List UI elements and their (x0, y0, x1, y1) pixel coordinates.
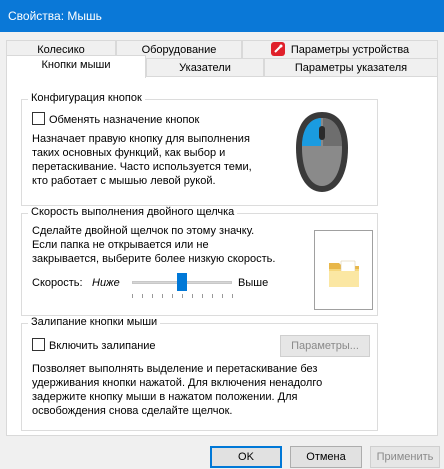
button-config-description: Назначает правую кнопку для выполнения т… (32, 132, 282, 188)
apply-button[interactable]: Применить (370, 446, 440, 468)
mouse-icon (296, 112, 348, 192)
click-lock-title: Залипание кнопки мыши (28, 316, 161, 328)
double-click-desc-line: Сделайте двойной щелчок по этому значку. (32, 225, 255, 237)
speed-slider-tick (222, 294, 223, 298)
tab-device-settings[interactable]: Параметры устройства (242, 40, 438, 60)
double-click-desc-line: Если папка не открывается или не (32, 239, 209, 251)
tab-pointers-label: Указатели (179, 62, 231, 74)
tab-pointer-options[interactable]: Параметры указателя (264, 58, 438, 78)
click-lock-checkbox-row[interactable]: Включить залипание (32, 338, 156, 352)
speed-slider-tick (142, 294, 143, 298)
click-lock-label: Включить залипание (49, 340, 156, 352)
title-bar: Свойства: Мышь (0, 0, 444, 32)
button-config-desc-line: перетаскивание. Часто используется теми, (32, 161, 252, 173)
double-click-description: Сделайте двойной щелчок по этому значку.… (32, 224, 302, 266)
button-config-desc-line: таких основных функций, как выбор и (32, 147, 226, 159)
tab-device-settings-label: Параметры устройства (290, 44, 410, 56)
speed-slider-tick (212, 294, 213, 298)
speed-slider-tick (152, 294, 153, 298)
speed-slider-tick (132, 294, 133, 298)
click-lock-desc-line: задержите кнопку мыши в нажатом положени… (32, 391, 298, 403)
swap-buttons-checkbox-row[interactable]: Обменять назначение кнопок (32, 112, 199, 126)
tab-panel: Конфигурация кнопок Обменять назначение … (6, 76, 438, 436)
button-config-group: Конфигурация кнопок Обменять назначение … (21, 92, 378, 206)
swap-buttons-label: Обменять назначение кнопок (49, 114, 200, 126)
speed-slider-tick (162, 294, 163, 298)
speed-fast-label: Выше (238, 277, 269, 289)
tab-pointer-options-label: Параметры указателя (294, 62, 408, 74)
button-config-desc-line: кто работает с мышью левой рукой. (32, 175, 216, 187)
tab-buttons[interactable]: Кнопки мыши (6, 55, 146, 78)
click-lock-desc-line: Позволяет выполнять выделение и перетаск… (32, 363, 318, 375)
tab-hardware-label: Оборудование (141, 44, 217, 56)
swap-buttons-checkbox[interactable] (32, 112, 45, 125)
tab-pointers[interactable]: Указатели (146, 58, 264, 78)
speed-slider-tick (232, 294, 233, 298)
double-click-title: Скорость выполнения двойного щелчка (28, 206, 238, 218)
click-lock-description: Позволяет выполнять выделение и перетаск… (32, 362, 372, 418)
speed-slow-label: Ниже (92, 277, 120, 289)
click-lock-desc-line: освобождения снова сделайте щелчок. (32, 405, 233, 417)
speed-slider-tick (192, 294, 193, 298)
speed-slider-tick (172, 294, 173, 298)
click-lock-checkbox[interactable] (32, 338, 45, 351)
click-lock-settings-button[interactable]: Параметры... (280, 335, 370, 357)
device-settings-icon (270, 42, 285, 56)
ok-button[interactable]: OK (210, 446, 282, 468)
tab-buttons-label: Кнопки мыши (41, 59, 111, 71)
double-click-desc-line: закрывается, выберите более низкую скоро… (32, 253, 276, 265)
speed-slider-thumb[interactable] (177, 273, 187, 291)
button-config-desc-line: Назначает правую кнопку для выполнения (32, 133, 250, 145)
speed-slider-tick (202, 294, 203, 298)
double-click-group: Скорость выполнения двойного щелчка Сдел… (21, 206, 378, 316)
test-area[interactable] (314, 230, 373, 310)
speed-label: Скорость: (32, 277, 83, 289)
cancel-button[interactable]: Отмена (290, 446, 362, 468)
click-lock-desc-line: удерживания кнопки нажатой. Для включени… (32, 377, 323, 389)
button-config-title: Конфигурация кнопок (28, 92, 145, 104)
window-title: Свойства: Мышь (8, 9, 102, 23)
click-lock-group: Залипание кнопки мыши Включить залипание… (21, 316, 378, 431)
folder-icon (329, 260, 359, 287)
speed-slider-tick (182, 294, 183, 298)
